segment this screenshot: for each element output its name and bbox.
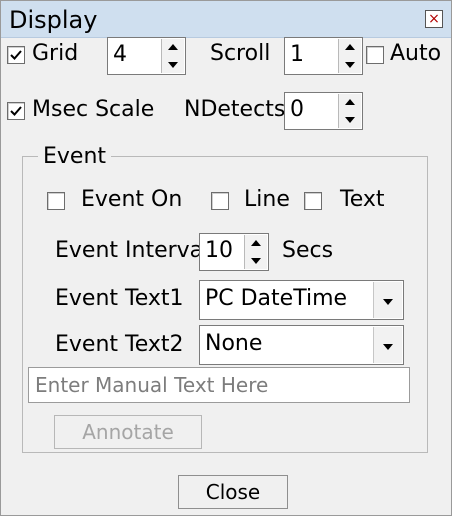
auto-label: Auto bbox=[390, 41, 442, 66]
ndetects-spinner[interactable]: 0 bbox=[284, 92, 363, 130]
display-dialog: Display × Grid 4 Scroll 1 Auto Msec Scal… bbox=[0, 0, 452, 516]
scroll-value[interactable]: 1 bbox=[290, 41, 304, 69]
event-on-checkbox[interactable] bbox=[47, 192, 65, 210]
event-interval-value[interactable]: 10 bbox=[205, 237, 233, 265]
manual-text-input[interactable] bbox=[28, 367, 410, 403]
text-checkbox[interactable] bbox=[304, 192, 322, 210]
auto-checkbox[interactable] bbox=[366, 46, 384, 64]
event-text1-label: Event Text1 bbox=[55, 286, 184, 311]
event-text2-label: Event Text2 bbox=[55, 332, 184, 357]
window-title: Display bbox=[9, 6, 98, 34]
msec-scale-label: Msec Scale bbox=[32, 97, 155, 122]
event-interval-spin-arrows[interactable] bbox=[244, 235, 267, 269]
triangle-up-icon[interactable] bbox=[345, 44, 355, 50]
triangle-up-icon[interactable] bbox=[168, 44, 178, 50]
ndetects-label: NDetects bbox=[184, 97, 286, 122]
grid-spinner[interactable]: 4 bbox=[107, 37, 186, 75]
event-text2-dropdown[interactable]: None bbox=[199, 325, 404, 365]
chevron-down-icon[interactable] bbox=[383, 299, 393, 305]
event-text1-dropdown[interactable]: PC DateTime bbox=[199, 280, 404, 320]
close-icon[interactable]: × bbox=[425, 10, 443, 28]
title-bar: Display × bbox=[1, 1, 451, 38]
line-label: Line bbox=[244, 187, 290, 212]
scroll-label: Scroll bbox=[210, 41, 271, 66]
triangle-down-icon[interactable] bbox=[251, 258, 261, 264]
grid-spin-arrows[interactable] bbox=[161, 39, 184, 73]
event-text1-dropdown-button[interactable] bbox=[373, 282, 402, 318]
triangle-down-icon[interactable] bbox=[168, 62, 178, 68]
close-button[interactable]: Close bbox=[178, 475, 288, 509]
line-checkbox[interactable] bbox=[211, 192, 229, 210]
event-text2-value[interactable]: None bbox=[205, 330, 262, 358]
scroll-spin-arrows[interactable] bbox=[338, 39, 361, 73]
event-text1-value[interactable]: PC DateTime bbox=[205, 285, 347, 313]
event-interval-label: Event Interval bbox=[55, 238, 210, 263]
scroll-spinner[interactable]: 1 bbox=[284, 37, 363, 75]
grid-checkbox[interactable] bbox=[7, 46, 25, 64]
triangle-down-icon[interactable] bbox=[345, 62, 355, 68]
chevron-down-icon[interactable] bbox=[383, 344, 393, 350]
event-text2-dropdown-button[interactable] bbox=[373, 327, 402, 363]
triangle-up-icon[interactable] bbox=[251, 240, 261, 246]
ndetects-value[interactable]: 0 bbox=[290, 96, 304, 124]
event-on-label: Event On bbox=[81, 187, 183, 212]
annotate-button[interactable]: Annotate bbox=[54, 415, 202, 449]
ndetects-spin-arrows[interactable] bbox=[338, 94, 361, 128]
event-interval-unit: Secs bbox=[282, 238, 334, 263]
grid-value[interactable]: 4 bbox=[113, 41, 127, 69]
event-interval-spinner[interactable]: 10 bbox=[199, 233, 269, 271]
grid-label: Grid bbox=[32, 41, 79, 66]
text-label: Text bbox=[340, 187, 385, 212]
msec-scale-checkbox[interactable] bbox=[7, 102, 25, 120]
triangle-up-icon[interactable] bbox=[345, 99, 355, 105]
checkmark-icon bbox=[10, 50, 22, 60]
checkmark-icon bbox=[10, 106, 22, 116]
triangle-down-icon[interactable] bbox=[345, 117, 355, 123]
event-group-label: Event bbox=[38, 143, 112, 171]
